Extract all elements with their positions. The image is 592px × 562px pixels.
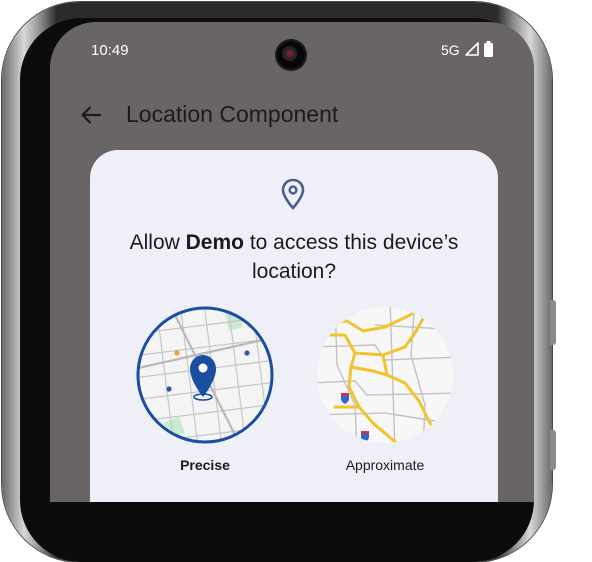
front-camera (277, 41, 305, 69)
signal-icon (465, 42, 479, 56)
approximate-map-icon (317, 307, 453, 443)
status-time: 10:49 (91, 42, 129, 59)
volume-button (550, 300, 556, 345)
precise-label: Precise (180, 457, 230, 473)
battery-icon (484, 41, 493, 57)
power-button (550, 430, 556, 470)
app-title: Location Component (126, 101, 339, 127)
precise-location-option[interactable]: Precise (135, 305, 275, 480)
approximate-label: Approximate (345, 457, 425, 473)
phone-screen: 10:49 5G Location Component Allow Demo t… (50, 22, 534, 502)
app-name: Demo (185, 231, 244, 254)
location-permission-dialog: Allow Demo to access this device’s locat… (90, 150, 498, 502)
approximate-location-option[interactable]: Approximate (315, 305, 455, 480)
dialog-title: Allow Demo to access this device’s locat… (129, 231, 459, 283)
status-bar: 10:49 5G (50, 22, 534, 72)
network-type: 5G (441, 42, 460, 58)
app-bar: Location Component (50, 92, 534, 142)
location-pin-icon (281, 178, 305, 210)
back-arrow-icon[interactable] (80, 104, 102, 126)
precise-map-icon (136, 306, 274, 444)
